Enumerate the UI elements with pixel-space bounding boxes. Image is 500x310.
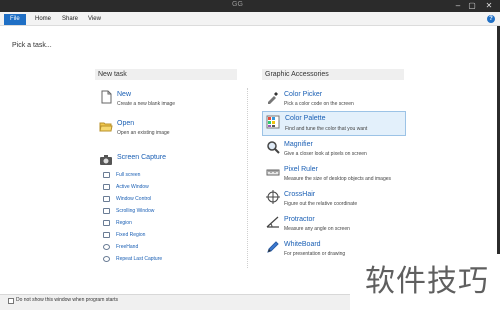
pen-icon <box>267 241 279 253</box>
page-prompt: Pick a task... <box>12 42 52 49</box>
crosshair-button[interactable]: CrossHair Figure out the relative coordi… <box>266 190 404 210</box>
screen-capture-label: Screen Capture <box>117 154 167 161</box>
new-button[interactable]: New Create a new blank image <box>99 90 229 110</box>
accessories-heading: Graphic Accessories <box>262 69 404 80</box>
footer-bar: Do not show this window when program sta… <box>0 294 350 310</box>
repeat-icon <box>103 256 110 262</box>
color-palette-desc: Find and tune the color that you want <box>285 126 368 132</box>
open-folder-icon <box>99 122 113 132</box>
new-label: New <box>117 91 132 98</box>
eyedropper-icon <box>268 92 278 104</box>
color-palette-label: Color Palette <box>285 115 326 122</box>
capture-option-label: FreeHand <box>116 244 139 250</box>
close-button[interactable]: ✕ <box>482 1 496 11</box>
capture-option-label: Active Window <box>116 184 149 190</box>
pixel-ruler-button[interactable]: Pixel Ruler Measure the size of desktop … <box>266 165 404 185</box>
pixel-ruler-label: Pixel Ruler <box>284 166 318 173</box>
open-label: Open <box>117 120 135 127</box>
help-icon[interactable]: ? <box>487 15 495 23</box>
maximize-button[interactable]: ▢ <box>466 1 478 11</box>
protractor-icon <box>266 216 279 228</box>
magnifier-button[interactable]: Magnifier Give a closer look at pixels o… <box>266 140 404 160</box>
fixed-region-icon <box>103 232 110 238</box>
window-icon <box>103 184 110 190</box>
capture-option-label: Scrolling Window <box>116 208 155 214</box>
new-document-icon <box>101 90 112 104</box>
color-picker-button[interactable]: Color Picker Pick a color code on the sc… <box>266 90 404 110</box>
whiteboard-desc: For presentation or drawing <box>284 251 346 257</box>
camera-icon <box>100 155 112 165</box>
watermark-text: 软件技巧 <box>354 254 500 310</box>
open-desc: Open an existing image <box>117 130 170 136</box>
magnifier-icon <box>267 141 280 154</box>
crosshair-label: CrossHair <box>284 191 316 198</box>
pixel-ruler-desc: Measure the size of desktop objects and … <box>284 176 392 182</box>
tab-file[interactable]: File <box>4 14 26 25</box>
full-screen-icon <box>103 172 110 178</box>
color-picker-desc: Pick a color code on the screen <box>284 101 354 107</box>
region-icon <box>103 220 110 226</box>
crosshair-desc: Figure out the relative coordinate <box>284 201 358 207</box>
freehand-icon <box>103 244 110 250</box>
capture-option-label: Full screen <box>116 172 141 178</box>
title-bar: GG – ▢ ✕ <box>0 0 500 12</box>
protractor-label: Protractor <box>284 216 315 223</box>
capture-option-label: Fixed Region <box>116 232 146 238</box>
scrolling-window-icon <box>103 208 110 214</box>
ribbon-tabs: File Home Share View ? <box>0 12 500 26</box>
color-palette-button[interactable]: Color Palette Find and tune the color th… <box>262 111 406 136</box>
capture-option-label: Window Control <box>116 196 152 202</box>
ruler-icon <box>266 169 280 176</box>
capture-option-label: Repeat Last Capture <box>116 256 163 262</box>
palette-icon <box>266 115 280 129</box>
color-picker-label: Color Picker <box>284 91 323 98</box>
tab-share[interactable]: Share <box>62 14 78 25</box>
magnifier-label: Magnifier <box>284 141 313 148</box>
crosshair-icon <box>266 190 280 204</box>
magnifier-desc: Give a closer look at pixels on screen <box>284 151 367 157</box>
whiteboard-label: WhiteBoard <box>284 241 321 248</box>
new-desc: Create a new blank image <box>117 101 176 107</box>
new-task-heading: New task <box>95 69 237 80</box>
protractor-desc: Measure any angle on screen <box>284 226 350 232</box>
window-control-icon <box>103 196 110 202</box>
app-window: GG – ▢ ✕ File Home Share View ? Pick a t… <box>0 0 500 310</box>
minimize-button[interactable]: – <box>452 1 464 11</box>
window-title: GG <box>232 1 243 8</box>
dont-show-checkbox[interactable] <box>8 298 14 304</box>
open-button[interactable]: Open Open an existing image <box>99 119 229 139</box>
tab-view[interactable]: View <box>88 14 101 25</box>
protractor-button[interactable]: Protractor Measure any angle on screen <box>266 215 404 235</box>
screen-capture-button[interactable]: Screen Capture <box>99 153 229 167</box>
tab-home[interactable]: Home <box>35 14 51 25</box>
dont-show-label: Do not show this window when program sta… <box>16 297 118 303</box>
capture-option-label: Region <box>116 220 132 226</box>
section-divider <box>247 88 248 268</box>
